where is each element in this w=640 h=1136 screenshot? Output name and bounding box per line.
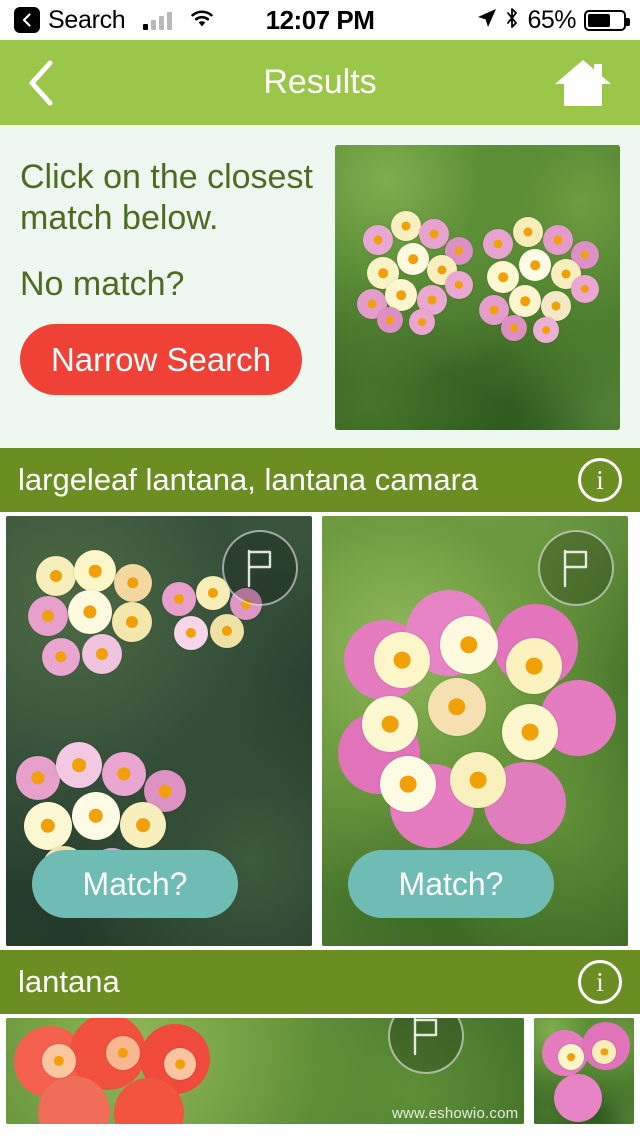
section-title: largeleaf lantana, lantana camara xyxy=(18,462,479,497)
section-title: lantana xyxy=(18,964,120,999)
flower-cluster xyxy=(14,1018,244,1124)
match-button[interactable]: Match? xyxy=(32,850,238,918)
watermark-label: www.eshowio.com xyxy=(391,1105,519,1122)
result-card[interactable] xyxy=(534,1018,634,1124)
results-row-2: www.eshowio.com xyxy=(0,1014,640,1128)
result-card[interactable]: www.eshowio.com xyxy=(6,1018,525,1124)
info-icon[interactable]: i xyxy=(578,458,622,502)
flower-cluster xyxy=(357,203,479,335)
page-title: Results xyxy=(263,63,377,101)
wifi-icon xyxy=(188,7,216,33)
status-bar-left: Search xyxy=(14,6,216,35)
flower-cluster xyxy=(26,546,176,696)
battery-icon xyxy=(584,9,630,31)
instruction-heading: Click on the closest match below. xyxy=(20,158,313,237)
location-arrow-icon xyxy=(477,8,497,33)
results-row-1: Match? Match? xyxy=(0,512,640,950)
cellular-signal-icon xyxy=(143,10,173,30)
query-photo[interactable] xyxy=(335,145,620,430)
result-card[interactable]: Match? xyxy=(322,516,628,946)
match-button[interactable]: Match? xyxy=(348,850,554,918)
status-back-app-label[interactable]: Search xyxy=(48,6,126,35)
section-header-lantana[interactable]: lantana i xyxy=(0,950,640,1014)
status-bar: Search 12:07 PM 65% xyxy=(0,0,640,40)
nav-back-button[interactable] xyxy=(26,59,56,107)
instruction-panel: Click on the closest match below. No mat… xyxy=(0,125,640,448)
home-icon[interactable] xyxy=(552,57,614,109)
result-card[interactable]: Match? xyxy=(6,516,312,946)
battery-percent-label: 65% xyxy=(527,5,576,34)
flower-cluster xyxy=(338,590,616,848)
instruction-text-block: Click on the closest match below. No mat… xyxy=(20,145,317,448)
back-to-search-button[interactable] xyxy=(14,7,40,33)
narrow-search-button[interactable]: Narrow Search xyxy=(20,324,302,395)
bluetooth-icon xyxy=(505,7,519,34)
no-match-label: No match? xyxy=(20,265,185,303)
nav-bar: Results xyxy=(0,40,640,125)
status-bar-right: 65% xyxy=(477,5,630,35)
flag-icon[interactable] xyxy=(538,530,614,606)
flower-cluster xyxy=(475,211,603,343)
info-icon[interactable]: i xyxy=(578,960,622,1004)
flower-cluster xyxy=(542,1022,632,1122)
flag-icon[interactable] xyxy=(222,530,298,606)
section-header-largeleaf-lantana[interactable]: largeleaf lantana, lantana camara i xyxy=(0,448,640,512)
